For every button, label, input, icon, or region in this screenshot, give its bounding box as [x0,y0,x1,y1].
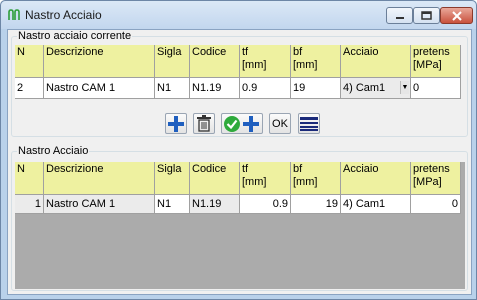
list-lines-icon [300,116,318,131]
current-sigla-cell[interactable]: N1 [155,78,190,99]
row-n-cell[interactable]: 1 [15,195,44,214]
confirm-add-button[interactable] [221,113,263,134]
current-acciaio-select[interactable]: 4) Cam1 ▼ [341,78,411,99]
delete-button[interactable] [193,113,215,134]
col-header-codice: Codice [190,45,240,78]
current-tape-group: Nastro acciaio corrente N Descrizione Si… [11,30,468,137]
row-descrizione-cell[interactable]: Nastro CAM 1 [44,195,155,214]
col-header-bf: bf [mm] [291,45,341,78]
title-bar[interactable]: Nastro Acciaio [1,1,476,29]
col-header-pretens: pretens [MPa] [411,45,461,78]
col-header-codice: Codice [190,162,240,195]
ok-button[interactable]: OK [269,113,291,134]
col-header-acciaio: Acciaio [341,45,411,78]
app-icon [8,9,20,20]
row-tf-cell[interactable]: 0.9 [240,195,291,214]
row-sigla-cell[interactable]: N1 [155,195,190,214]
close-button[interactable] [440,7,473,24]
tape-list-grid[interactable]: N Descrizione Sigla Codice tf [mm] bf [mm]… [15,162,465,289]
current-acciaio-value: 4) Cam1 [343,82,386,94]
col-header-descrizione: Descrizione [44,162,155,195]
col-header-bf: bf [mm] [291,162,341,195]
minimize-icon [395,16,404,19]
check-plus-icon [224,115,259,132]
restore-icon [421,11,432,20]
col-header-sigla: Sigla [155,45,190,78]
tape-list-group: Nastro Acciaio N Descrizione Sigla Codic… [11,145,468,291]
row-acciaio-cell[interactable]: 4) Cam1 [341,195,411,214]
maximize-button[interactable] [413,7,440,24]
ok-label: OK [272,117,288,130]
current-tape-grid: N Descrizione Sigla Codice tf [mm] bf [mm]… [15,45,465,105]
row-pretens-cell[interactable]: 0 [411,195,461,214]
col-header-acciaio: Acciaio [341,162,411,195]
col-header-tf: tf [mm] [240,45,291,78]
current-pretens-cell[interactable]: 0 [411,78,461,99]
list-button[interactable] [298,113,320,134]
minimize-button[interactable] [386,7,413,24]
row-bf-cell[interactable]: 19 [291,195,341,214]
row-codice-cell[interactable]: N1.19 [190,195,240,214]
chevron-down-icon[interactable]: ▼ [400,81,409,94]
current-tape-group-title: Nastro acciaio corrente [17,30,133,42]
current-tf-cell[interactable]: 0.9 [240,78,291,99]
window-title: Nastro Acciaio [25,8,102,22]
client-area: Nastro acciaio corrente N Descrizione Si… [7,29,472,295]
current-codice-cell[interactable]: N1.19 [190,78,240,99]
current-descrizione-cell[interactable]: Nastro CAM 1 [44,78,155,99]
col-header-n: N [15,45,44,78]
app-window: Nastro Acciaio Nastro acciaio corrente N… [0,0,477,300]
close-icon [451,10,462,21]
current-bf-cell[interactable]: 19 [291,78,341,99]
col-header-descrizione: Descrizione [44,45,155,78]
col-header-sigla: Sigla [155,162,190,195]
plus-icon [168,115,184,132]
current-n-cell[interactable]: 2 [15,78,44,99]
col-header-tf: tf [mm] [240,162,291,195]
add-button[interactable] [165,113,187,134]
trash-icon [197,115,211,132]
col-header-pretens: pretens [MPa] [411,162,461,195]
tape-list-group-title: Nastro Acciaio [17,145,90,157]
col-header-n: N [15,162,44,195]
